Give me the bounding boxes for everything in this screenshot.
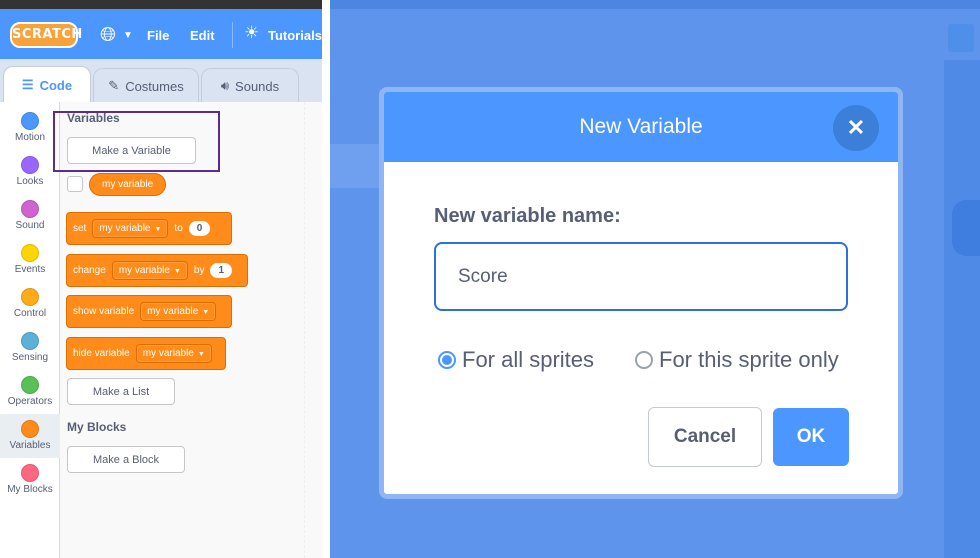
tab-code[interactable]: ☰ Code [3,66,91,103]
category-label: Looks [16,176,44,187]
ok-button[interactable]: OK [773,408,849,466]
my-blocks-dot-icon [21,464,39,482]
block-text: set [73,223,87,234]
dropdown-value: my variable [99,223,151,234]
caret-down-icon[interactable]: ▼ [123,30,133,41]
green-flag-icon [948,24,974,52]
dropdown-value: my variable [142,348,194,359]
variable-reporter-block[interactable]: my variable [89,173,167,196]
caret-down-icon: ▼ [173,268,181,275]
sensing-dot-icon [21,332,39,350]
category-looks[interactable]: Looks [0,150,60,194]
category-label: Sensing [11,352,49,363]
control-dot-icon [21,288,39,306]
scratch-logo[interactable]: SCRATCH [10,22,82,48]
category-variables[interactable]: Variables [0,414,60,458]
background-stage [944,60,980,558]
speaker-icon: 🔊︎ [220,78,230,93]
category-label: My Blocks [7,484,53,495]
background-menubar [330,0,980,9]
variables-dot-icon [21,420,39,438]
value-input[interactable]: 1 [210,263,233,278]
scratch-editor-panel: SCRATCH 🌐︎ ▼ File Edit ☀ Tutorials ☰ Cod… [0,0,322,558]
radio-button-unchecked[interactable] [635,351,653,369]
caret-down-icon: ▼ [197,351,205,358]
category-sound[interactable]: Sound [0,194,60,238]
variable-dropdown[interactable]: my variable ▼ [140,302,217,321]
caret-down-icon: ▼ [154,226,162,233]
dropdown-value: my variable [118,265,170,276]
browser-strip [0,0,322,9]
tab-code-label: Code [39,77,73,93]
category-events[interactable]: Events [0,238,60,282]
block-text: to [174,223,183,234]
make-block-button[interactable]: Make a Block [67,446,185,473]
category-label: Variables [9,440,51,451]
category-label: Motion [14,132,45,143]
events-dot-icon [21,244,39,262]
my-blocks-section-title: My Blocks [67,420,127,434]
category-operators[interactable]: Operators [0,370,60,414]
operators-dot-icon [21,376,39,394]
radio-all-sprites-label: For all sprites [462,347,595,372]
category-label: Events [14,264,46,275]
change-variable-block[interactable]: change my variable ▼ by 1 [66,254,248,287]
category-label: Operators [7,396,53,407]
panel-divider [322,0,330,558]
dialog-title: New Variable [579,115,703,138]
variable-checkbox[interactable] [67,176,83,192]
tab-costumes[interactable]: ✎ Costumes [93,68,199,103]
dropdown-value: my variable [147,306,199,317]
menu-divider [232,22,233,48]
motion-dot-icon [21,112,39,130]
category-label: Sound [15,220,45,231]
file-menu[interactable]: File [147,28,169,43]
value-input[interactable]: 0 [188,221,211,236]
modal-overlay: New Variable ✕ New variable name: For al… [330,0,980,558]
globe-icon[interactable]: 🌐︎ [100,25,116,45]
tab-sounds[interactable]: 🔊︎ Sounds [201,68,299,103]
tab-sounds-label: Sounds [235,78,280,94]
background-block [330,144,380,188]
radio-this-sprite-label: For this sprite only [659,347,839,372]
looks-dot-icon [21,156,39,174]
sound-dot-icon [21,200,39,218]
category-label: Control [13,308,47,319]
category-control[interactable]: Control [0,282,60,326]
tutorials-menu[interactable]: Tutorials [268,28,322,43]
category-menu: Motion Looks Sound Events Control Sensin… [0,102,60,558]
category-my-blocks[interactable]: My Blocks [0,458,60,502]
variable-dropdown[interactable]: my variable ▼ [92,219,169,238]
highlight-box [53,111,220,172]
background-sprite [952,200,980,256]
radio-this-sprite[interactable]: For this sprite only [635,347,839,373]
tab-costumes-label: Costumes [125,78,184,94]
hide-variable-block[interactable]: hide variable my variable ▼ [66,337,226,370]
code-icon: ☰ [21,77,34,92]
block-text: show variable [73,306,135,317]
block-text: hide variable [73,348,130,359]
close-icon[interactable]: ✕ [833,105,879,151]
set-variable-block[interactable]: set my variable ▼ to 0 [66,212,232,245]
palette-scrollbar[interactable] [304,102,322,558]
variable-dropdown[interactable]: my variable ▼ [111,261,188,280]
make-list-button[interactable]: Make a List [67,378,175,405]
lightbulb-icon[interactable]: ☀ [244,23,259,43]
variable-name-input[interactable] [434,242,848,311]
block-text: by [193,265,205,276]
new-variable-dialog: New Variable ✕ New variable name: For al… [379,87,903,499]
block-text: change [73,265,106,276]
edit-menu[interactable]: Edit [190,28,215,43]
radio-button-checked[interactable] [438,351,456,369]
brush-icon: ✎ [108,78,120,93]
caret-down-icon: ▼ [202,309,210,316]
category-sensing[interactable]: Sensing [0,326,60,370]
show-variable-block[interactable]: show variable my variable ▼ [66,295,232,328]
category-motion[interactable]: Motion [0,106,60,150]
cancel-button[interactable]: Cancel [648,407,762,467]
variable-name-label: New variable name: [434,205,621,227]
menu-bar: SCRATCH 🌐︎ ▼ File Edit ☀ Tutorials [0,0,322,59]
variable-dropdown[interactable]: my variable ▼ [135,344,212,363]
radio-all-sprites[interactable]: For all sprites [438,347,594,373]
